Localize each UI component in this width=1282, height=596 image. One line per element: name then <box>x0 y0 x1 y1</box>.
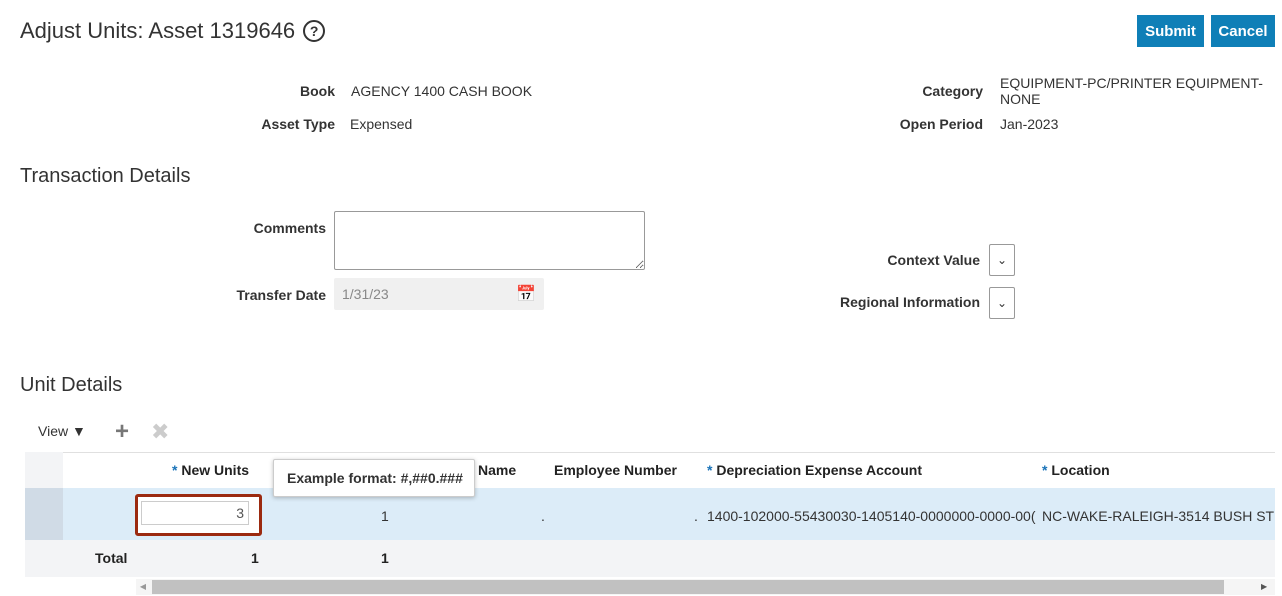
open-period-label: Open Period <box>899 116 983 132</box>
caret-down-icon: ▼ <box>71 423 86 439</box>
total-current-units: 1 <box>381 550 389 566</box>
depreciation-account-cell[interactable]: 1400-102000-55430030-1405140-0000000-000… <box>707 508 1037 524</box>
total-row <box>25 540 1275 577</box>
transaction-details-heading: Transaction Details <box>20 165 191 187</box>
column-header-depreciation-account[interactable]: * Depreciation Expense Account <box>707 462 922 478</box>
regional-information-label: Regional Information <box>840 294 980 310</box>
scroll-left-icon[interactable]: ◀ <box>136 582 150 591</box>
asset-type-label: Asset Type <box>261 116 335 132</box>
transfer-date-label: Transfer Date <box>236 287 326 303</box>
column-header-new-units[interactable]: * New Units <box>172 462 249 478</box>
context-value-dropdown[interactable]: ⌄ <box>989 244 1015 276</box>
cancel-button[interactable]: Cancel <box>1211 15 1275 47</box>
column-header-name[interactable]: Name <box>478 462 516 478</box>
delete-icon: ✖ <box>151 419 170 444</box>
column-header-employee-number[interactable]: Employee Number <box>554 462 677 478</box>
asset-type-value: Expensed <box>350 116 413 132</box>
new-units-input[interactable] <box>141 501 249 525</box>
help-icon[interactable]: ? <box>303 20 326 42</box>
book-value: AGENCY 1400 CASH BOOK <box>351 83 533 99</box>
row-selector[interactable] <box>25 488 63 540</box>
column-header-location[interactable]: * Location <box>1042 462 1110 478</box>
chevron-down-icon: ⌄ <box>996 296 1008 310</box>
regional-information-dropdown[interactable]: ⌄ <box>989 287 1015 319</box>
table-top-border <box>25 452 1275 453</box>
chevron-down-icon: ⌄ <box>996 253 1008 267</box>
location-cell[interactable]: NC-WAKE-RALEIGH-3514 BUSH ST <box>1042 508 1275 524</box>
book-label: Book <box>300 83 335 99</box>
scroll-right-icon[interactable]: ▶ <box>1261 582 1267 591</box>
open-period-value: Jan-2023 <box>1000 116 1059 132</box>
submit-button[interactable]: Submit <box>1137 15 1204 47</box>
total-label: Total <box>95 550 128 566</box>
total-new-units: 1 <box>251 550 259 566</box>
format-tooltip: Example format: #,##0.### <box>273 459 475 497</box>
context-value-label: Context Value <box>887 252 980 268</box>
category-value: EQUIPMENT-PC/PRINTER EQUIPMENT- NONE <box>1000 75 1263 107</box>
comments-label: Comments <box>253 220 326 236</box>
employee-number-cell: . <box>694 508 698 524</box>
current-units-cell: 1 <box>381 508 389 524</box>
transfer-date-field: 1/31/23 📅 <box>334 278 544 310</box>
page-title: Adjust Units: Asset 1319646? <box>20 18 326 44</box>
category-label: Category <box>922 83 983 99</box>
new-units-highlight <box>135 494 262 536</box>
employee-name-cell: . <box>541 508 545 524</box>
view-menu[interactable]: View ▼ <box>38 423 86 439</box>
calendar-icon: 📅 <box>516 286 536 303</box>
comments-input[interactable] <box>334 211 645 270</box>
horizontal-scrollbar[interactable]: ◀ ▶ <box>136 579 1275 595</box>
scrollbar-thumb[interactable] <box>152 580 1224 594</box>
add-icon[interactable]: + <box>115 418 129 446</box>
unit-details-heading: Unit Details <box>20 374 123 396</box>
